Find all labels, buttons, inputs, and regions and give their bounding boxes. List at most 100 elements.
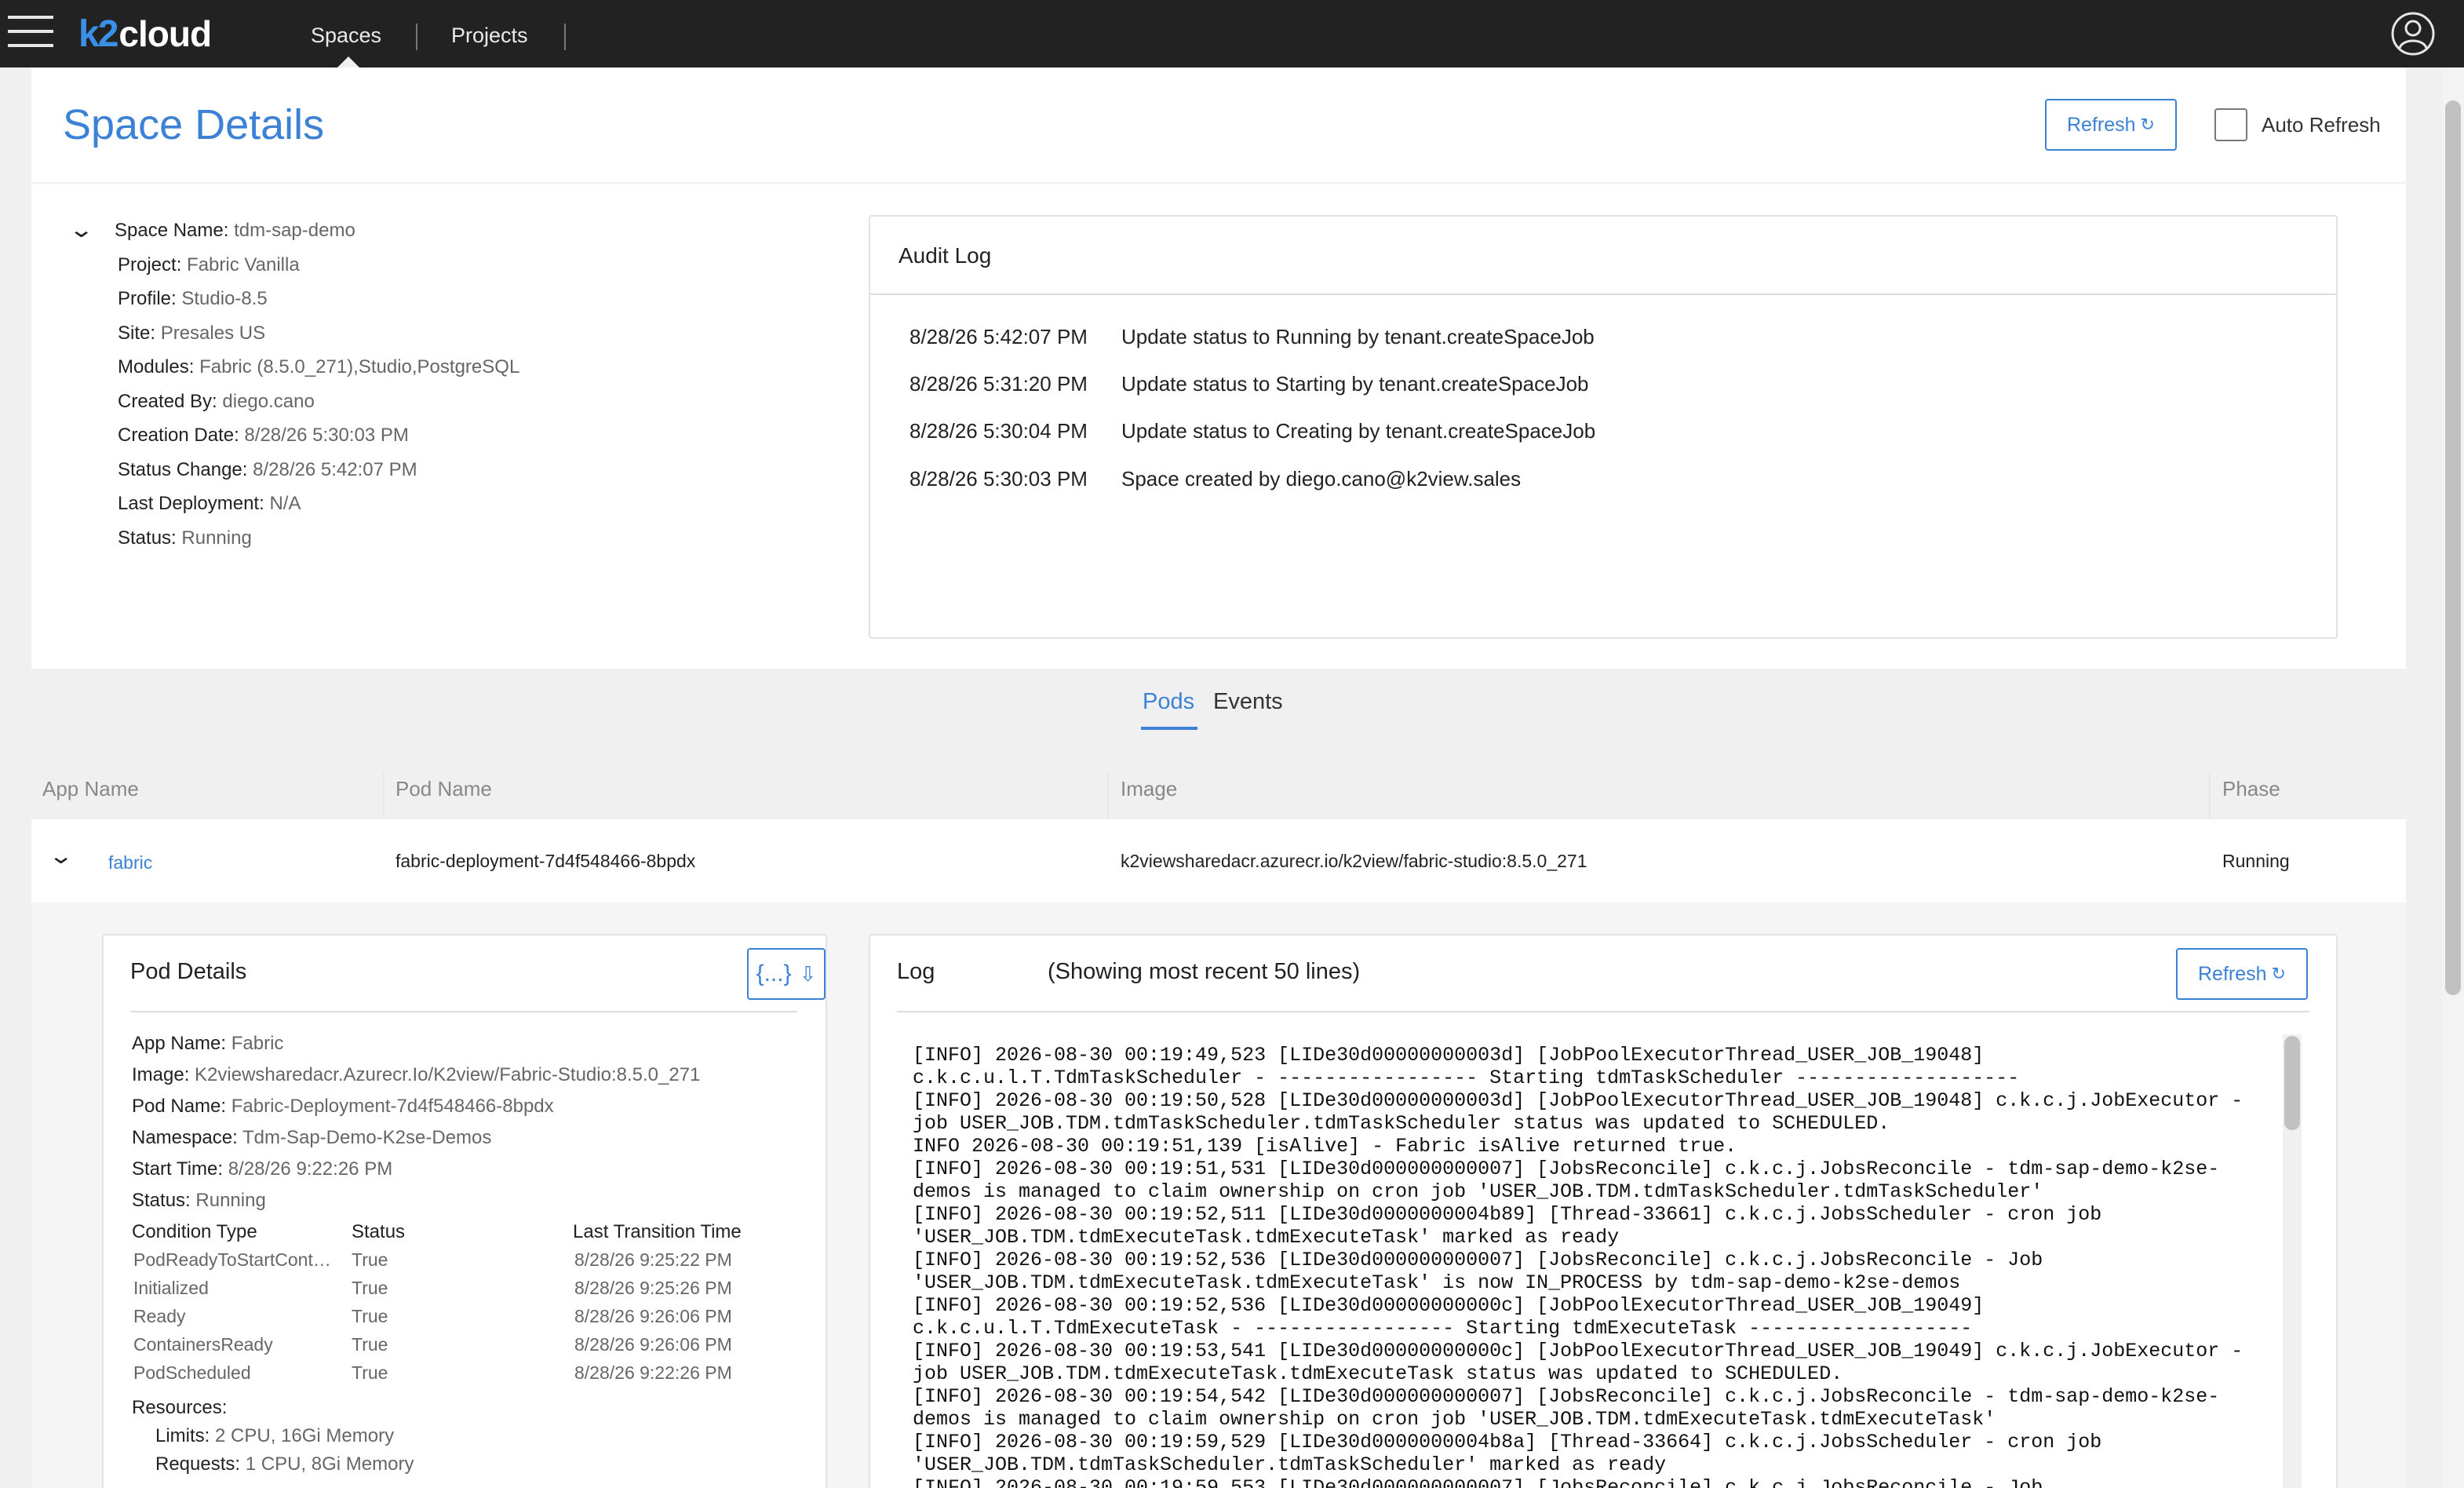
audit-time: 8/28/26 5:31:20 PM <box>909 372 1088 396</box>
detail-value: 8/28/26 5:30:03 PM <box>244 425 409 446</box>
condition-status: True <box>352 1278 388 1298</box>
limits-label: Limits: <box>155 1425 210 1446</box>
audit-log-title: Audit Log <box>898 243 992 268</box>
tab-pods[interactable]: Pods <box>1143 689 1194 715</box>
condition-status: True <box>352 1334 388 1355</box>
nav-spaces[interactable]: Spaces <box>311 24 381 48</box>
detail-space-name: Space Name: tdm-sap-demo <box>115 220 355 242</box>
column-header-image[interactable]: Image <box>1121 777 1177 801</box>
detail-value: Presales US <box>160 323 266 344</box>
column-header-app-name[interactable]: App Name <box>42 777 139 801</box>
auto-refresh-label: Auto Refresh <box>2262 113 2381 137</box>
detail-label: Site: <box>118 323 156 344</box>
pod-detail-value: Tdm-Sap-Demo-K2se-Demos <box>242 1127 492 1148</box>
hamburger-menu-icon[interactable] <box>8 16 53 50</box>
resources-label: Resources: <box>132 1397 228 1418</box>
pod-detail-image: Image: K2viewsharedacr.Azurecr.Io/K2view… <box>132 1064 700 1086</box>
logo-k2: k2 <box>78 13 118 55</box>
tab-events[interactable]: Events <box>1213 689 1283 715</box>
audit-log-row: 8/28/26 5:31:20 PM Update status to Start… <box>909 372 1589 396</box>
requests-value: 1 CPU, 8Gi Memory <box>245 1453 414 1475</box>
detail-value: tdm-sap-demo <box>234 220 355 241</box>
pod-detail-label: Pod Name: <box>132 1096 227 1117</box>
audit-message: Space created by diego.cano@k2view.sales <box>1121 467 1522 491</box>
logo-cloud: cloud <box>118 13 212 54</box>
audit-log-row: 8/28/26 5:42:07 PM Update status to Runni… <box>909 325 1595 349</box>
detail-status-change: Status Change: 8/28/26 5:42:07 PM <box>118 459 417 481</box>
detail-value: N/A <box>269 493 301 514</box>
space-details-card: ⌄ Space Name: tdm-sap-demo Project: Fabr… <box>31 184 2406 669</box>
detail-site: Site: Presales US <box>118 323 265 345</box>
column-header-phase[interactable]: Phase <box>2222 777 2280 801</box>
audit-time: 8/28/26 5:30:03 PM <box>909 467 1088 491</box>
pod-detail-value: Running <box>195 1190 266 1211</box>
log-scrollbar-thumb[interactable] <box>2284 1036 2300 1130</box>
detail-value: 8/28/26 5:42:07 PM <box>253 459 417 480</box>
detail-label: Creation Date: <box>118 425 239 446</box>
nav-divider <box>416 24 417 50</box>
table-row[interactable]: ⌄ fabric fabric-deployment-7d4f548466-8b… <box>31 819 2406 903</box>
resources-requests: Requests: 1 CPU, 8Gi Memory <box>155 1453 414 1475</box>
audit-time: 8/28/26 5:42:07 PM <box>909 325 1088 348</box>
condition-status: True <box>352 1249 388 1270</box>
detail-label: Modules: <box>118 356 195 377</box>
pod-detail-start-time: Start Time: 8/28/26 9:22:26 PM <box>132 1158 392 1180</box>
detail-creation-date: Creation Date: 8/28/26 5:30:03 PM <box>118 425 409 447</box>
user-profile-icon[interactable] <box>2390 11 2436 57</box>
requests-label: Requests: <box>155 1453 241 1475</box>
pod-detail-status: Status: Running <box>132 1190 266 1212</box>
condition-time: 8/28/26 9:22:26 PM <box>574 1362 732 1383</box>
download-json-button[interactable]: {...} ⇩ <box>747 948 826 1000</box>
detail-label: Last Deployment: <box>118 493 264 514</box>
pod-detail-label: Namespace: <box>132 1127 238 1148</box>
page-scrollbar-thumb[interactable] <box>2445 100 2461 995</box>
log-content[interactable]: [INFO] 2026-08-30 00:19:49,523 [LIDe30d0… <box>913 1044 2270 1488</box>
expand-row-chevron-icon[interactable]: ⌄ <box>48 843 74 869</box>
pod-expanded-panel: Pod Details {...} ⇩ App Name: Fabric Ima… <box>31 903 2406 1488</box>
condition-time: 8/28/26 9:26:06 PM <box>574 1334 732 1355</box>
pod-details-panel: Pod Details {...} ⇩ App Name: Fabric Ima… <box>102 934 827 1488</box>
refresh-icon: ↻ <box>2271 964 2286 983</box>
nav-projects[interactable]: Projects <box>451 24 528 48</box>
pod-detail-value: Fabric <box>231 1033 284 1054</box>
divider <box>130 1011 797 1012</box>
detail-label: Space Name: <box>115 220 229 241</box>
pod-detail-value: K2viewsharedacr.Azurecr.Io/K2view/Fabric… <box>195 1064 701 1085</box>
log-panel: Log (Showing most recent 50 lines) Refre… <box>869 934 2338 1488</box>
detail-value: Running <box>181 527 252 549</box>
auto-refresh-checkbox[interactable] <box>2214 108 2247 141</box>
pod-details-title: Pod Details <box>130 959 247 984</box>
condition-type: Initialized <box>133 1278 209 1298</box>
pod-image-cell: k2viewsharedacr.azurecr.io/k2view/fabric… <box>1121 851 1587 871</box>
limits-value: 2 CPU, 16Gi Memory <box>215 1425 395 1446</box>
collapse-details-chevron-icon[interactable]: ⌄ <box>68 217 94 243</box>
log-subtitle: (Showing most recent 50 lines) <box>1048 959 1361 984</box>
log-title: Log <box>897 959 935 984</box>
detail-value: Fabric (8.5.0_271),Studio,PostgreSQL <box>199 356 520 377</box>
detail-status: Status: Running <box>118 527 252 549</box>
condition-type: ContainersReady <box>133 1334 273 1355</box>
k2cloud-logo[interactable]: k2 cloud <box>78 13 212 55</box>
condition-status: True <box>352 1306 388 1326</box>
refresh-icon: ↻ <box>2140 115 2155 134</box>
audit-message: Update status to Running by tenant.creat… <box>1121 325 1595 348</box>
detail-modules: Modules: Fabric (8.5.0_271),Studio,Postg… <box>118 356 519 378</box>
pod-app-name-link[interactable]: fabric <box>108 852 152 873</box>
divider <box>897 1011 2309 1012</box>
top-bar: k2 cloud Spaces Projects <box>0 0 2464 67</box>
log-refresh-button[interactable]: Refresh ↻ <box>2176 948 2308 1000</box>
pod-phase-cell: Running <box>2222 851 2290 871</box>
conditions-header-type: Condition Type <box>132 1221 257 1242</box>
pod-detail-value: Fabric-Deployment-7d4f548466-8bpdx <box>231 1096 554 1117</box>
condition-time: 8/28/26 9:26:06 PM <box>574 1306 732 1326</box>
column-header-pod-name[interactable]: Pod Name <box>395 777 492 801</box>
active-tab-indicator <box>1141 727 1197 730</box>
detail-profile: Profile: Studio-8.5 <box>118 288 268 310</box>
refresh-button-label: Refresh <box>2067 113 2136 136</box>
detail-label: Status Change: <box>118 459 248 480</box>
active-nav-caret <box>337 57 359 67</box>
refresh-button[interactable]: Refresh ↻ <box>2045 99 2177 151</box>
condition-type: PodScheduled <box>133 1362 251 1383</box>
audit-message: Update status to Creating by tenant.crea… <box>1121 419 1596 443</box>
condition-time: 8/28/26 9:25:26 PM <box>574 1278 732 1298</box>
